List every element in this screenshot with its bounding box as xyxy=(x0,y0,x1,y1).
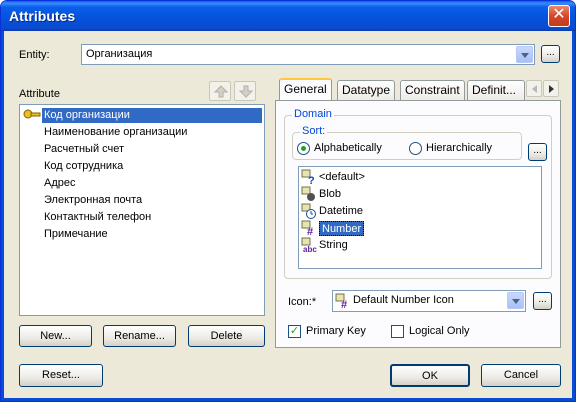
sort-group-label: Sort: xyxy=(300,125,328,137)
list-item[interactable]: Примечание xyxy=(44,227,108,242)
tab-definition[interactable]: Definit... xyxy=(467,80,525,101)
list-item[interactable]: Наименование организации xyxy=(44,125,187,140)
chevron-right-icon xyxy=(549,85,554,93)
logical-only-checkbox[interactable] xyxy=(391,325,404,338)
tab-scroll-right-button[interactable] xyxy=(543,80,559,97)
window-frame-right xyxy=(572,31,575,401)
close-icon: ✕ xyxy=(552,6,566,23)
svg-text:?: ? xyxy=(308,175,315,185)
entity-combo[interactable]: Организация xyxy=(81,44,535,65)
reset-button[interactable]: Reset... xyxy=(19,364,103,387)
list-item[interactable]: Код сотрудника xyxy=(44,159,123,174)
sort-alphabetically-radio[interactable] xyxy=(297,142,310,155)
list-item[interactable]: Код организации xyxy=(42,108,262,123)
icon-browse-button[interactable]: ... xyxy=(533,292,552,310)
clock-icon xyxy=(301,203,317,219)
blob-icon xyxy=(301,186,317,202)
attribute-label: Attribute xyxy=(19,88,60,100)
move-down-button[interactable] xyxy=(234,81,256,101)
move-up-button[interactable] xyxy=(209,81,231,101)
chevron-down-icon[interactable] xyxy=(516,46,533,63)
cancel-button[interactable]: Cancel xyxy=(481,364,561,387)
question-icon: ? xyxy=(301,169,317,187)
close-button[interactable]: ✕ xyxy=(548,5,570,27)
icon-value: Default Number Icon xyxy=(353,294,454,306)
icon-combo[interactable]: # Default Number Icon xyxy=(332,290,526,312)
list-item[interactable]: Datetime xyxy=(319,204,363,219)
svg-text:#: # xyxy=(341,299,347,309)
primary-key-label[interactable]: Primary Key xyxy=(306,325,366,337)
domain-group-label: Domain xyxy=(292,108,334,120)
list-item[interactable]: <default> xyxy=(319,170,365,185)
general-tab-panel: Domain Sort: Alphabetically Hierarchical… xyxy=(275,100,561,348)
svg-text:abc: abc xyxy=(303,245,317,253)
sort-hierarchically-label[interactable]: Hierarchically xyxy=(426,142,492,154)
window-frame-left xyxy=(1,31,4,401)
list-item[interactable]: Адрес xyxy=(44,176,76,191)
chevron-left-icon xyxy=(532,85,537,93)
key-icon xyxy=(23,108,41,123)
entity-label: Entity: xyxy=(19,49,50,61)
ok-button[interactable]: OK xyxy=(390,364,470,387)
sort-alphabetically-label[interactable]: Alphabetically xyxy=(314,142,382,154)
chevron-down-icon[interactable] xyxy=(507,292,524,309)
primary-key-checkbox[interactable]: ✓ xyxy=(288,325,301,338)
window-title: Attributes xyxy=(9,8,76,24)
svg-text:#: # xyxy=(307,226,313,236)
attributes-dialog: Attributes ✕ Entity: Организация ... Att… xyxy=(0,0,576,402)
icon-label: Icon:* xyxy=(288,296,317,308)
entity-value: Организация xyxy=(86,48,153,60)
hash-icon: # xyxy=(301,220,317,238)
window-frame-bottom xyxy=(1,398,575,401)
title-bar[interactable]: Attributes ✕ xyxy=(1,1,575,31)
tab-datatype[interactable]: Datatype xyxy=(337,80,396,101)
sort-hierarchically-radio[interactable] xyxy=(409,142,422,155)
attribute-list[interactable]: Код организации Наименование организации… xyxy=(19,104,265,316)
list-item[interactable]: String xyxy=(319,238,348,253)
list-item[interactable]: Контактный телефон xyxy=(44,210,151,225)
list-item[interactable]: Расчетный счет xyxy=(44,142,124,157)
domain-list[interactable]: ? <default> Blob Datetime # Number abc S… xyxy=(298,166,542,269)
list-item[interactable]: Blob xyxy=(319,187,341,202)
tab-scroll-left-button[interactable] xyxy=(526,80,542,97)
new-button[interactable]: New... xyxy=(19,325,92,347)
list-item[interactable]: Number xyxy=(319,221,365,236)
abc-icon: abc xyxy=(301,237,317,254)
logical-only-label[interactable]: Logical Only xyxy=(409,325,470,337)
hash-icon: # xyxy=(335,293,351,311)
list-item[interactable]: Электронная почта xyxy=(44,193,142,208)
delete-button[interactable]: Delete xyxy=(188,325,265,347)
arrow-up-icon xyxy=(214,85,228,98)
domain-browse-button[interactable]: ... xyxy=(528,143,547,161)
tab-general[interactable]: General xyxy=(279,78,332,101)
rename-button[interactable]: Rename... xyxy=(103,325,176,347)
arrow-down-icon xyxy=(239,85,253,98)
entity-browse-button[interactable]: ... xyxy=(541,45,560,63)
tab-constraint[interactable]: Constraint xyxy=(400,80,465,101)
